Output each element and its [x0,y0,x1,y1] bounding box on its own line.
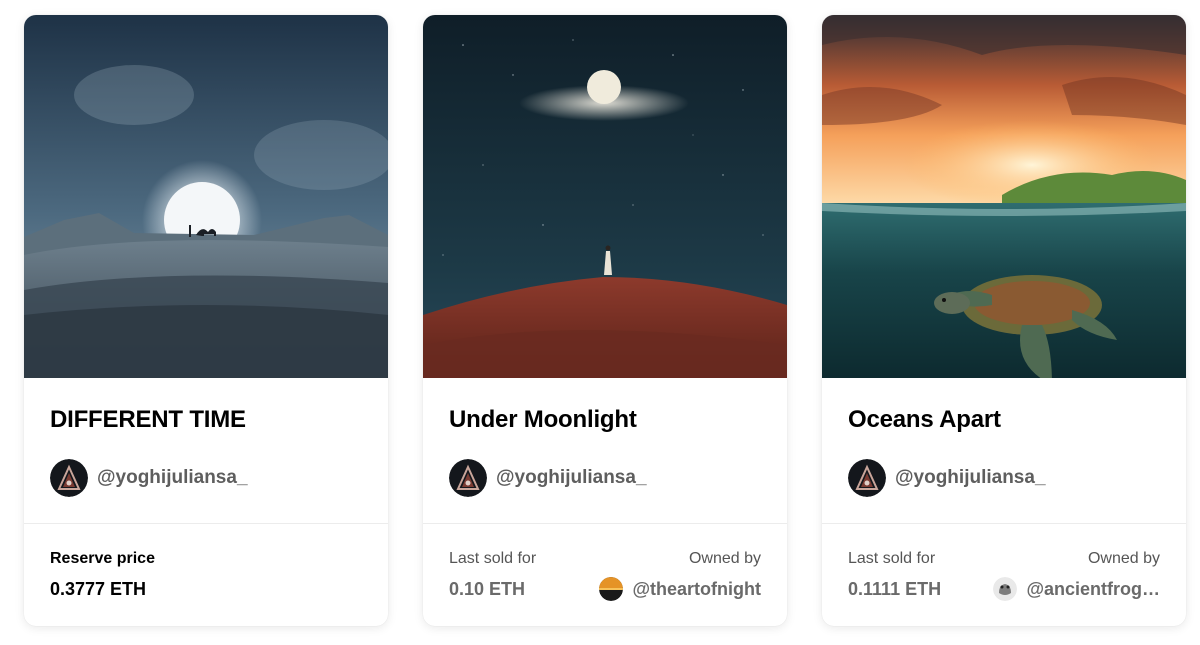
red-hill-moon-artwork-icon [423,15,787,378]
card-footer: Last sold for 0.1111 ETH Owned by @ancie… [848,549,1160,609]
divider [24,523,388,524]
artwork-grid: DIFFERENT TIME @yoghijuliansa_ Reserve p… [24,15,1186,627]
creator-link[interactable]: @yoghijuliansa_ [50,458,248,498]
last-sold-label: Last sold for [848,550,936,567]
artwork-image[interactable] [423,15,787,378]
creator-link[interactable]: @yoghijuliansa_ [848,458,1046,498]
owner-handle: @ancientfrog… [1026,579,1160,599]
frog-avatar-icon [993,577,1018,601]
owner-avatar [993,577,1018,601]
artwork-title[interactable]: DIFFERENT TIME [50,406,368,434]
artwork-card[interactable]: Oceans Apart @yoghijuliansa_ Last sold f… [822,15,1186,626]
artwork-card[interactable]: Under Moonlight @yoghijuliansa_ Last sol… [423,15,787,626]
creator-handle: @yoghijuliansa_ [97,467,248,488]
reserve-price-value: 0.3777 ETH [50,579,147,599]
divider [423,523,787,524]
creator-avatar [50,459,88,497]
artwork-image[interactable] [822,15,1186,378]
creator-avatar [449,459,487,497]
card-footer: Last sold for 0.10 ETH Owned by @thearto… [449,549,761,609]
owner-avatar [599,577,624,601]
owner-link[interactable]: @ancientfrog… [993,577,1160,601]
last-sold-value: 0.1111 ETH [848,579,942,599]
owner-handle: @theartofnight [632,579,761,599]
card-footer: Reserve price 0.3777 ETH [50,549,362,609]
last-sold-label: Last sold for [449,550,537,567]
desert-moon-artwork-icon [24,15,388,378]
owned-by-label: Owned by [1087,550,1160,567]
creator-link[interactable]: @yoghijuliansa_ [449,458,647,498]
triangle-avatar-icon [848,459,886,497]
reserve-price-label: Reserve price [50,550,155,567]
artwork-image[interactable] [24,15,388,378]
owned-by-label: Owned by [688,550,761,567]
triangle-avatar-icon [449,459,487,497]
creator-handle: @yoghijuliansa_ [496,467,647,488]
triangle-avatar-icon [50,459,88,497]
artwork-title[interactable]: Oceans Apart [848,406,1166,434]
artwork-title[interactable]: Under Moonlight [449,406,767,434]
sea-turtle-artwork-icon [822,15,1186,378]
creator-handle: @yoghijuliansa_ [895,467,1046,488]
creator-avatar [848,459,886,497]
artwork-card[interactable]: DIFFERENT TIME @yoghijuliansa_ Reserve p… [24,15,388,626]
sunset-avatar-icon [599,577,624,601]
owner-link[interactable]: @theartofnight [599,577,761,601]
divider [822,523,1186,524]
last-sold-value: 0.10 ETH [449,579,526,599]
